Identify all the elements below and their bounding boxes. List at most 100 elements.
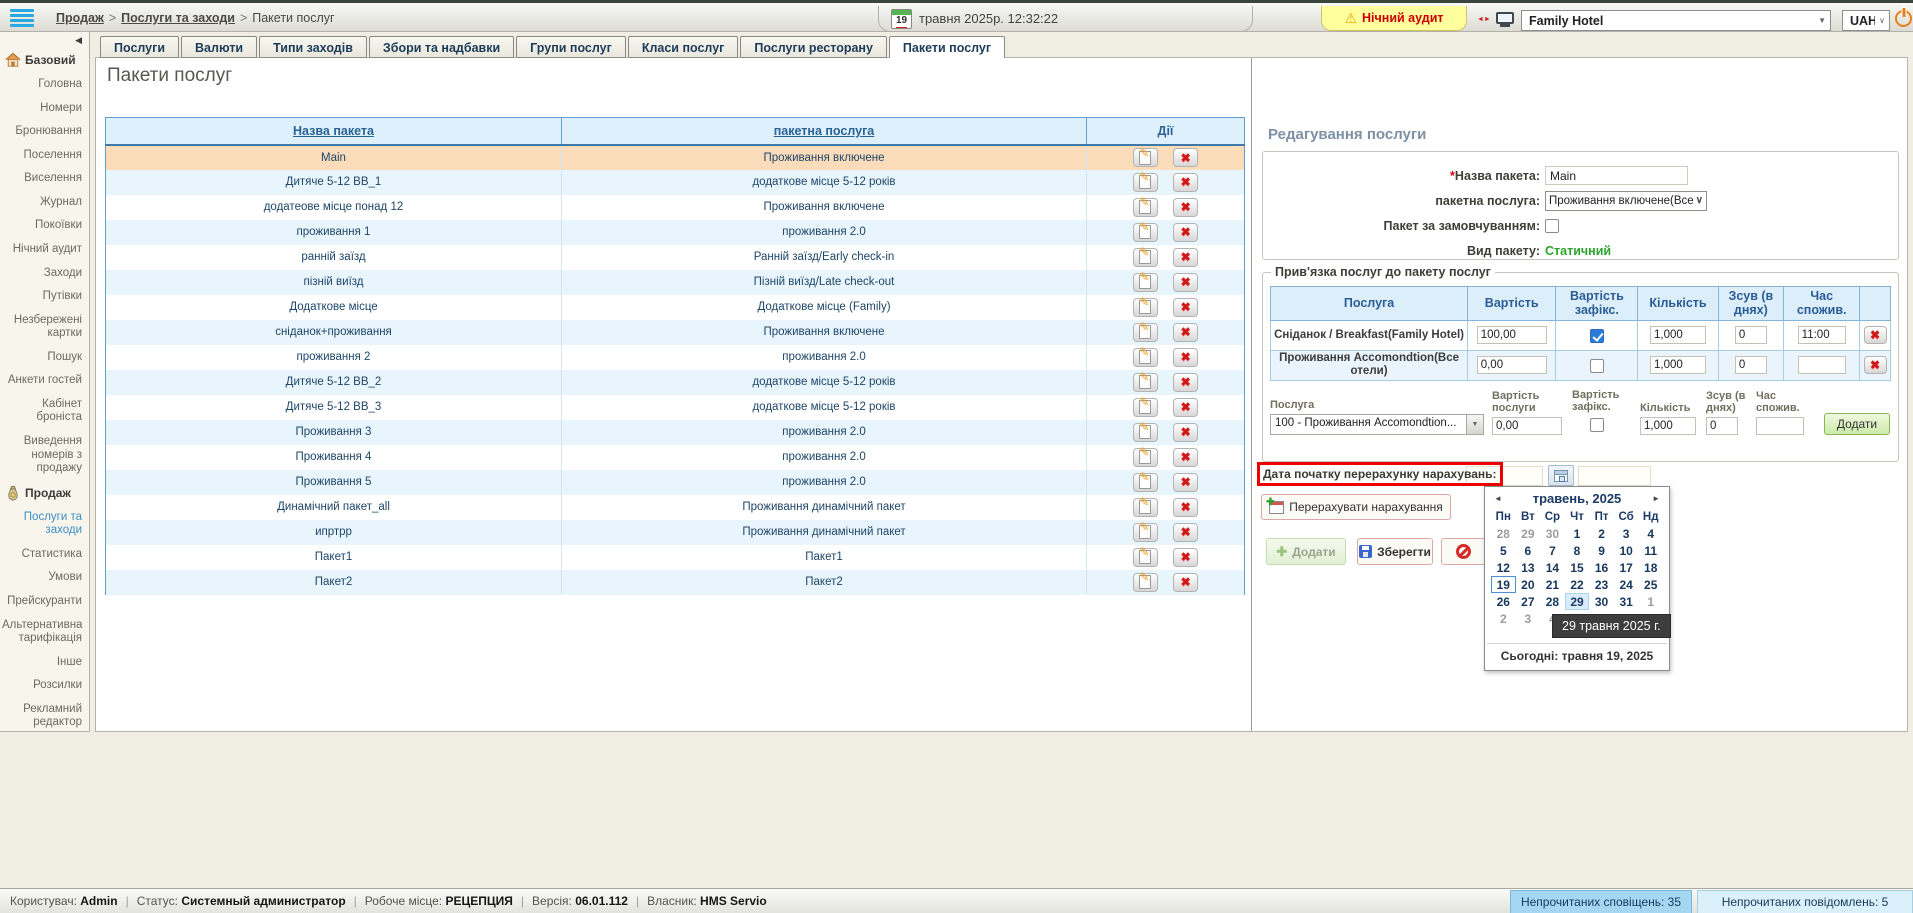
delete-button[interactable]: ✖ xyxy=(1173,223,1198,242)
table-row[interactable]: Пакет1 Пакет1 ✎ ✖ xyxy=(106,545,1245,570)
calendar-day[interactable]: 3 xyxy=(1614,525,1639,542)
sidebar-item[interactable]: Інше xyxy=(0,651,89,675)
table-row[interactable]: Проживання 4 проживання 2.0 ✎ ✖ xyxy=(106,445,1245,470)
cancel-button[interactable] xyxy=(1441,538,1486,565)
table-row[interactable]: Проживання 5 проживання 2.0 ✎ ✖ xyxy=(106,470,1245,495)
delete-button[interactable]: ✖ xyxy=(1173,173,1198,192)
sidebar-collapse-icon[interactable]: ◀ xyxy=(0,32,89,48)
table-row[interactable]: Main Проживання включене ✎ ✖ xyxy=(106,145,1245,170)
calendar-day[interactable]: 25 xyxy=(1638,576,1663,593)
calendar-day[interactable]: 29 xyxy=(1565,593,1590,610)
delete-button[interactable]: ✖ xyxy=(1173,523,1198,542)
table-row[interactable]: проживання 2 проживання 2.0 ✎ ✖ xyxy=(106,345,1245,370)
table-row[interactable]: Дитяче 5-12 BB_1 додаткове місце 5-12 ро… xyxy=(106,170,1245,195)
consume-time-input[interactable] xyxy=(1798,326,1846,344)
sidebar-item[interactable]: Виведення номерів з продажу xyxy=(0,430,89,481)
calendar-day[interactable]: 12 xyxy=(1491,559,1516,576)
edit-button[interactable]: ✎ xyxy=(1133,523,1158,542)
edit-button[interactable]: ✎ xyxy=(1133,298,1158,317)
sidebar-section-header-basic[interactable]: Базовий xyxy=(0,48,89,73)
edit-button[interactable]: ✎ xyxy=(1133,173,1158,192)
delete-button[interactable]: ✖ xyxy=(1173,348,1198,367)
sidebar-item[interactable]: Заходи xyxy=(0,262,89,286)
sidebar-item[interactable]: Покоївки xyxy=(0,214,89,238)
day-shift-input[interactable] xyxy=(1735,356,1767,374)
combo-dropdown-button[interactable]: ▼ xyxy=(1467,414,1484,435)
tab[interactable]: Типи заходів xyxy=(259,36,367,58)
add-package-button[interactable]: ✚ Додати xyxy=(1266,538,1346,565)
delete-button[interactable]: ✖ xyxy=(1173,423,1198,442)
calendar-day[interactable]: 26 xyxy=(1491,593,1516,610)
delete-button[interactable]: ✖ xyxy=(1173,248,1198,267)
calendar-day[interactable]: 16 xyxy=(1589,559,1614,576)
tab[interactable]: Валюти xyxy=(181,36,257,58)
sidebar-item[interactable]: Незбережені картки xyxy=(0,309,89,346)
price-fixed-checkbox[interactable] xyxy=(1590,329,1604,343)
service-combobox[interactable]: 100 - Проживання Accomondtion... ▼ xyxy=(1270,414,1484,435)
sidebar-item[interactable]: Розсилки xyxy=(0,674,89,698)
calendar-day[interactable]: 23 xyxy=(1589,576,1614,593)
add-fixed-checkbox[interactable] xyxy=(1590,418,1604,432)
calendar-day[interactable]: 10 xyxy=(1614,542,1639,559)
delete-button[interactable]: ✖ xyxy=(1173,373,1198,392)
sidebar-item[interactable]: Статистика xyxy=(0,543,89,567)
table-row[interactable]: ранній заїзд Ранній заїзд/Early check-in… xyxy=(106,245,1245,270)
recalculate-button[interactable]: ✚ Перерахувати нарахування xyxy=(1261,494,1451,520)
table-row[interactable]: Пакет2 Пакет2 ✎ ✖ xyxy=(106,570,1245,595)
edit-button[interactable]: ✎ xyxy=(1133,498,1158,517)
calendar-day[interactable]: 11 xyxy=(1638,542,1663,559)
calendar-day[interactable]: 29 xyxy=(1516,525,1541,542)
table-row[interactable]: Проживання 3 проживання 2.0 ✎ ✖ xyxy=(106,420,1245,445)
delete-button[interactable]: ✖ xyxy=(1173,448,1198,467)
delete-button[interactable]: ✖ xyxy=(1173,198,1198,217)
sidebar-item[interactable]: Головна xyxy=(0,73,89,97)
sidebar-item[interactable]: Бронювання xyxy=(0,120,89,144)
add-price-input[interactable] xyxy=(1492,417,1562,435)
calendar-day[interactable]: 9 xyxy=(1589,542,1614,559)
prev-month-icon[interactable]: ◄ xyxy=(1492,492,1504,505)
tab[interactable]: Групи послуг xyxy=(516,36,626,58)
calendar-day[interactable]: 5 xyxy=(1491,542,1516,559)
hotel-select[interactable]: Family Hotel ▼ xyxy=(1521,10,1831,31)
power-icon[interactable] xyxy=(1895,10,1912,27)
delete-button[interactable]: ✖ xyxy=(1173,323,1198,342)
calendar-day[interactable]: 8 xyxy=(1565,542,1590,559)
delete-button[interactable]: ✖ xyxy=(1173,398,1198,417)
night-audit-button[interactable]: ⚠ Нічний аудит xyxy=(1321,6,1467,31)
recalc-time-input[interactable] xyxy=(1578,466,1651,486)
remove-binding-button[interactable]: ✖ xyxy=(1864,326,1887,344)
sidebar-item[interactable]: Путівки xyxy=(0,285,89,309)
edit-button[interactable]: ✎ xyxy=(1133,223,1158,242)
sidebar-item[interactable]: Прейскуранти xyxy=(0,590,89,614)
table-row[interactable]: Дитяче 5-12 BB_2 додаткове місце 5-12 ро… xyxy=(106,370,1245,395)
package-service-select[interactable]: Проживання включене(Все оте ∨ xyxy=(1545,191,1707,211)
breadcrumb-section[interactable]: Послуги та заходи xyxy=(121,11,235,25)
table-row[interactable]: проживання 1 проживання 2.0 ✎ ✖ xyxy=(106,220,1245,245)
add-quantity-input[interactable] xyxy=(1640,417,1696,435)
table-row[interactable]: Додаткове місце Додаткове місце (Family)… xyxy=(106,295,1245,320)
tab[interactable]: Збори та надбавки xyxy=(369,36,514,58)
table-row[interactable]: додатеове місце понад 12 Проживання вклю… xyxy=(106,195,1245,220)
tab[interactable]: Пакети послуг xyxy=(889,36,1005,58)
delete-button[interactable]: ✖ xyxy=(1173,548,1198,567)
delete-button[interactable]: ✖ xyxy=(1173,498,1198,517)
add-shift-input[interactable] xyxy=(1706,417,1738,435)
calendar-day[interactable]: 24 xyxy=(1614,576,1639,593)
workstation-icon[interactable] xyxy=(1496,12,1514,28)
calendar-day[interactable]: 17 xyxy=(1614,559,1639,576)
calendar-day[interactable]: 15 xyxy=(1565,559,1590,576)
price-fixed-checkbox[interactable] xyxy=(1590,359,1604,373)
calendar-day[interactable]: 30 xyxy=(1589,593,1614,610)
calendar-day[interactable]: 28 xyxy=(1491,525,1516,542)
tab[interactable]: Послуги ресторану xyxy=(740,36,887,58)
calendar-day[interactable]: 6 xyxy=(1516,542,1541,559)
delete-button[interactable]: ✖ xyxy=(1173,573,1198,592)
sort-by-name-link[interactable]: Назва пакета xyxy=(293,124,374,138)
edit-button[interactable]: ✎ xyxy=(1133,548,1158,567)
edit-button[interactable]: ✎ xyxy=(1133,323,1158,342)
calendar-day[interactable]: 13 xyxy=(1516,559,1541,576)
sidebar-item[interactable]: Номери xyxy=(0,97,89,121)
sidebar-item[interactable]: Поселення xyxy=(0,144,89,168)
edit-button[interactable]: ✎ xyxy=(1133,348,1158,367)
sidebar-item[interactable]: Кабінет броніста xyxy=(0,393,89,430)
